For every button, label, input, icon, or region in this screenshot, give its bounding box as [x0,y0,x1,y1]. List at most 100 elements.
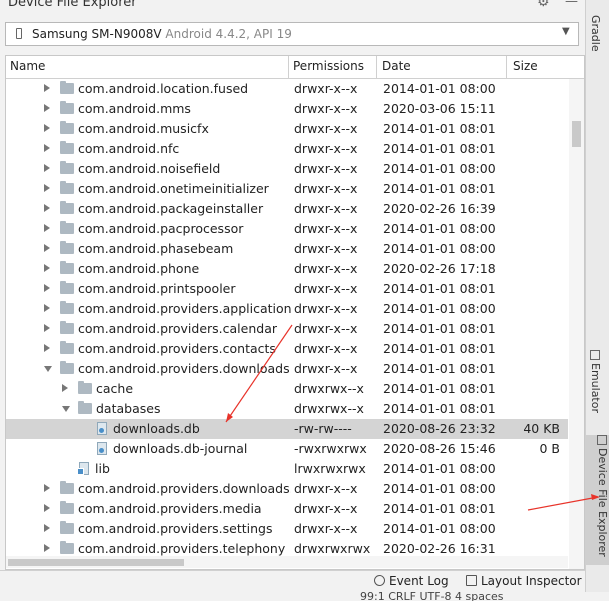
table-row[interactable]: downloads.db -rw-rw---- 2020-08-26 23:32 40… [6,419,568,439]
file-name: com.android.providers.settings [78,521,273,536]
tab-device-file-explorer[interactable]: Device File Explorer [586,435,609,565]
scrollbar-thumb[interactable] [572,121,581,147]
collapse-arrow-icon[interactable] [44,244,50,252]
collapse-arrow-icon[interactable] [44,504,50,512]
name-cell: com.android.location.fused [6,79,291,99]
link-file-icon [77,462,89,475]
table-row[interactable]: com.android.onetimeinitializer drwxr-x--x… [6,179,568,199]
folder-icon [60,241,74,254]
device-selector[interactable]: Samsung SM-N9008V Android 4.4.2, API 19 … [5,22,579,46]
table-row[interactable]: com.android.providers.calendar drwxr-x--x… [6,319,568,339]
table-row[interactable]: com.android.providers.media drwxr-x--x 201… [6,499,568,519]
permissions-cell: drwxrwx--x [294,381,364,396]
name-cell: com.android.providers.contacts [6,339,291,359]
name-cell: com.android.packageinstaller [6,199,291,219]
table-row[interactable]: com.android.pacprocessor drwxr-x--x 2014-0… [6,219,568,239]
expand-arrow-icon[interactable] [44,366,52,372]
collapse-arrow-icon[interactable] [44,164,50,172]
scrollbar-thumb[interactable] [8,559,184,566]
name-cell: com.android.pacprocessor [6,219,291,239]
collapse-arrow-icon[interactable] [62,384,68,392]
name-cell: com.android.providers.settings [6,519,291,539]
emulator-icon [590,350,600,360]
folder-icon [60,481,74,494]
folder-icon [78,401,92,414]
collapse-arrow-icon[interactable] [44,124,50,132]
tab-layout-inspector[interactable]: Layout Inspector [466,574,582,588]
column-header-permissions[interactable]: Permissions [293,59,364,73]
permissions-cell: drwxr-x--x [294,241,358,256]
collapse-arrow-icon[interactable] [44,104,50,112]
table-row[interactable]: lib lrwxrwxrwx 2014-01-01 08:00 [6,459,568,479]
table-row[interactable]: com.android.packageinstaller drwxr-x--x 20… [6,199,568,219]
table-row[interactable]: downloads.db-journal -rwxrwxrwx 2020-08-26… [6,439,568,459]
tab-event-log[interactable]: Event Log [374,574,449,588]
table-row[interactable]: cache drwxrwx--x 2014-01-01 08:01 [6,379,568,399]
collapse-arrow-icon[interactable] [44,284,50,292]
collapse-arrow-icon[interactable] [44,484,50,492]
table-row[interactable]: com.android.providers.applications drwxr-… [6,299,568,319]
column-header-date[interactable]: Date [382,59,411,73]
permissions-cell: drwxrwxrwx [294,541,371,556]
date-cell: 2014-01-01 08:01 [383,401,496,416]
file-name: com.android.providers.contacts [78,341,276,356]
date-cell: 2014-01-01 08:00 [383,81,496,96]
column-header-name[interactable]: Name [10,59,45,73]
chevron-down-icon[interactable]: ▼ [562,26,570,37]
table-row[interactable]: databases drwxrwx--x 2014-01-01 08:01 [6,399,568,419]
collapse-arrow-icon[interactable] [44,224,50,232]
window-title: Device File Explorer [8,0,137,10]
date-cell: 2020-02-26 16:39 [383,201,496,216]
table-row[interactable]: com.android.phasebeam drwxr-x--x 2014-01-0… [6,239,568,259]
column-divider[interactable] [376,56,377,78]
vertical-scrollbar[interactable] [569,79,584,569]
permissions-cell: drwxr-x--x [294,161,358,176]
collapse-arrow-icon[interactable] [44,84,50,92]
column-divider[interactable] [506,56,507,78]
table-row[interactable]: com.android.noisefield drwxr-x--x 2014-01-… [6,159,568,179]
table-row[interactable]: com.android.providers.downloads.ui drwxr-… [6,479,568,499]
collapse-arrow-icon[interactable] [44,544,50,552]
collapse-arrow-icon[interactable] [44,144,50,152]
collapse-arrow-icon[interactable] [44,324,50,332]
date-cell: 2014-01-01 08:00 [383,461,496,476]
size-cell: 40 KB [523,421,560,436]
tab-gradle[interactable]: Gradle [589,15,602,52]
permissions-cell: -rwxrwxrwx [294,441,367,456]
collapse-arrow-icon[interactable] [44,184,50,192]
table-row[interactable]: com.android.providers.contacts drwxr-x--x… [6,339,568,359]
device-version: Android 4.4.2, API 19 [165,27,292,41]
file-name: downloads.db-journal [113,441,248,456]
device-label: Samsung SM-N9008V Android 4.4.2, API 19 [32,27,292,41]
table-row[interactable]: com.android.location.fused drwxr-x--x 2014… [6,79,568,99]
file-name: com.android.providers.downloads [78,361,290,376]
table-row[interactable]: com.android.printspooler drwxr-x--x 2014-0… [6,279,568,299]
table-row[interactable]: com.android.providers.downloads drwxr-x--… [6,359,568,379]
collapse-arrow-icon[interactable] [44,524,50,532]
permissions-cell: drwxr-x--x [294,341,358,356]
collapse-arrow-icon[interactable] [44,204,50,212]
collapse-arrow-icon[interactable] [44,304,50,312]
date-cell: 2014-01-01 08:01 [383,181,496,196]
permissions-cell: lrwxrwxrwx [294,461,366,476]
horizontal-scrollbar[interactable] [6,556,568,568]
table-row[interactable]: com.android.phone drwxr-x--x 2020-02-26 17… [6,259,568,279]
collapse-arrow-icon[interactable] [44,264,50,272]
column-divider[interactable] [288,56,289,78]
folder-icon [60,101,74,114]
device-name: Samsung SM-N9008V [32,27,162,41]
table-row[interactable]: com.android.providers.settings drwxr-x--x… [6,519,568,539]
table-row[interactable]: com.android.musicfx drwxr-x--x 2014-01-01 … [6,119,568,139]
phone-icon [16,28,22,39]
file-name: com.android.phasebeam [78,241,234,256]
collapse-arrow-icon[interactable] [44,344,50,352]
name-cell: cache [6,379,291,399]
minimize-icon[interactable]: — [565,0,578,9]
expand-arrow-icon[interactable] [62,406,70,412]
column-header-size[interactable]: Size [513,59,538,73]
gear-icon[interactable]: ⚙ [537,0,550,10]
permissions-cell: drwxr-x--x [294,361,358,376]
table-row[interactable]: com.android.nfc drwxr-x--x 2014-01-01 08:0… [6,139,568,159]
tab-emulator[interactable]: Emulator [589,350,602,413]
table-row[interactable]: com.android.mms drwxr-x--x 2020-03-06 15:1… [6,99,568,119]
